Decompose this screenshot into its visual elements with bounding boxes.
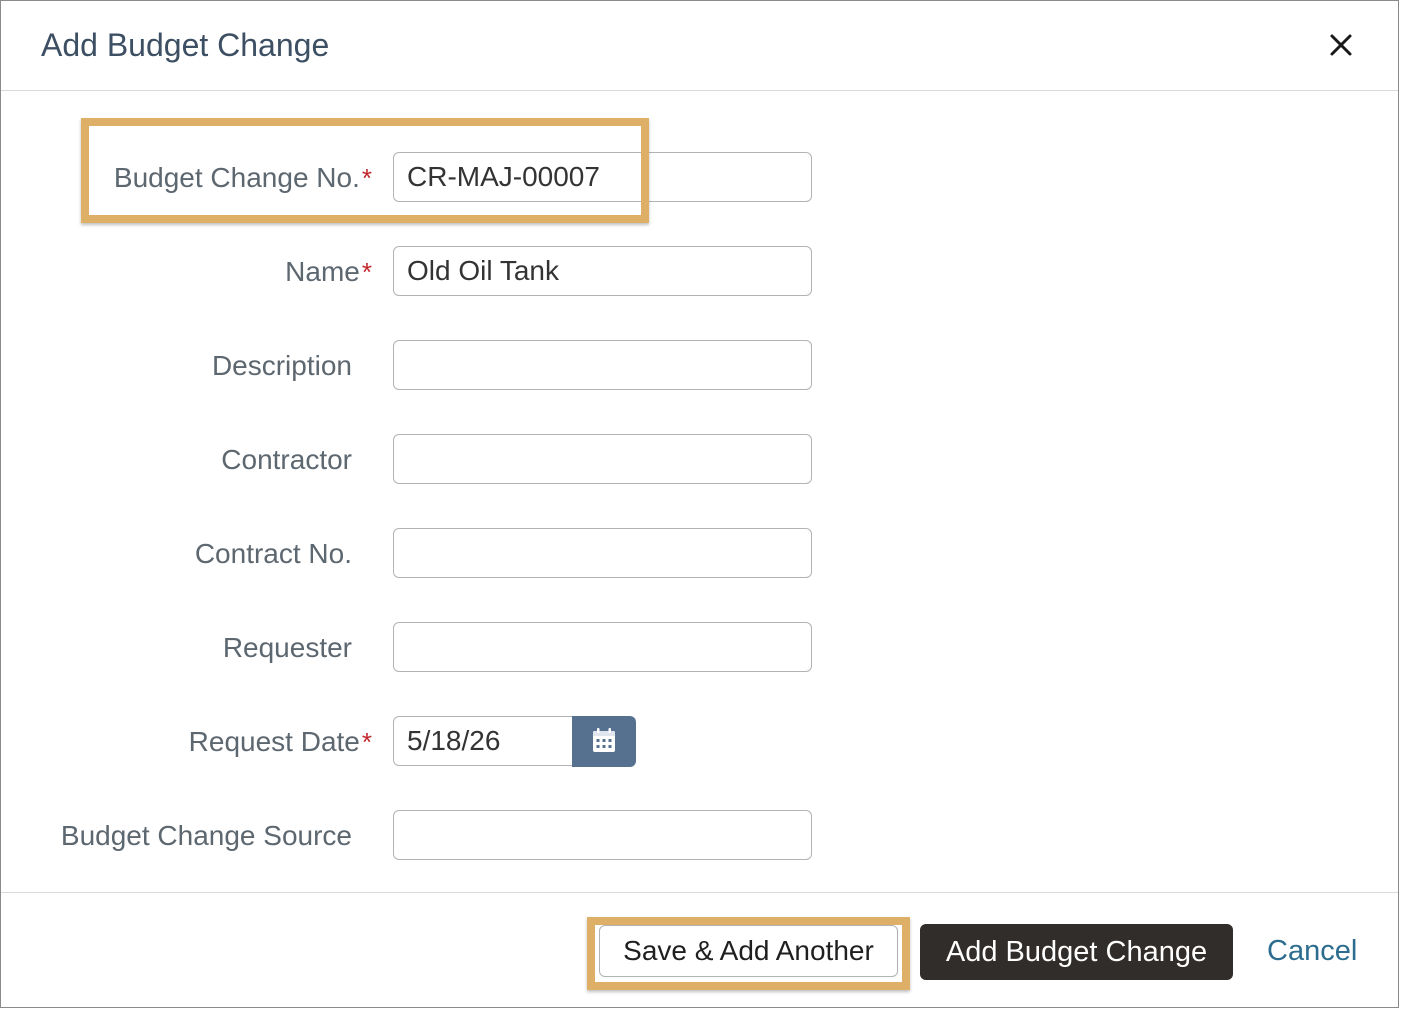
field-budget-change-source: Budget Change Source bbox=[1, 810, 821, 862]
field-description: Description bbox=[1, 340, 821, 392]
budget-change-source-label: Budget Change Source bbox=[60, 820, 352, 851]
field-budget-change-no: Budget Change No.* bbox=[1, 152, 821, 204]
dialog-footer: Save & Add Another Add Budget Change Can… bbox=[1, 892, 1398, 1008]
description-input[interactable] bbox=[393, 340, 812, 390]
calendar-button[interactable] bbox=[572, 716, 636, 767]
request-date-input[interactable] bbox=[393, 716, 573, 766]
close-button[interactable] bbox=[1325, 29, 1357, 61]
add-budget-change-dialog: Add Budget Change Budget Change No.* Nam… bbox=[0, 0, 1399, 1008]
field-name: Name* bbox=[1, 246, 821, 298]
description-label: Description bbox=[211, 350, 352, 381]
dialog-header: Add Budget Change bbox=[1, 1, 1398, 91]
budget-change-source-input[interactable] bbox=[393, 810, 812, 860]
field-contract-no: Contract No. bbox=[1, 528, 821, 580]
field-contractor: Contractor bbox=[1, 434, 821, 486]
name-label: Name* bbox=[285, 256, 372, 287]
field-request-date: Request Date* bbox=[1, 716, 821, 768]
close-icon bbox=[1330, 34, 1352, 56]
required-marker: * bbox=[361, 727, 372, 757]
cancel-link[interactable]: Cancel bbox=[1267, 935, 1357, 968]
budget-change-no-label: Budget Change No.* bbox=[113, 162, 372, 193]
dialog-title: Add Budget Change bbox=[41, 27, 330, 63]
contract-no-input[interactable] bbox=[393, 528, 812, 578]
budget-change-no-input[interactable] bbox=[393, 152, 812, 202]
required-marker: * bbox=[361, 163, 372, 193]
save-add-another-button[interactable]: Save & Add Another bbox=[599, 925, 898, 977]
name-input[interactable] bbox=[393, 246, 812, 296]
contract-no-label: Contract No. bbox=[194, 538, 352, 569]
required-marker: * bbox=[361, 257, 372, 287]
request-date-label: Request Date* bbox=[188, 726, 372, 757]
requester-label: Requester bbox=[222, 632, 352, 663]
contractor-label: Contractor bbox=[221, 444, 352, 475]
requester-input[interactable] bbox=[393, 622, 812, 672]
add-budget-change-button[interactable]: Add Budget Change bbox=[920, 924, 1233, 980]
field-requester: Requester bbox=[1, 622, 821, 674]
calendar-icon bbox=[593, 728, 615, 752]
contractor-input[interactable] bbox=[393, 434, 812, 484]
